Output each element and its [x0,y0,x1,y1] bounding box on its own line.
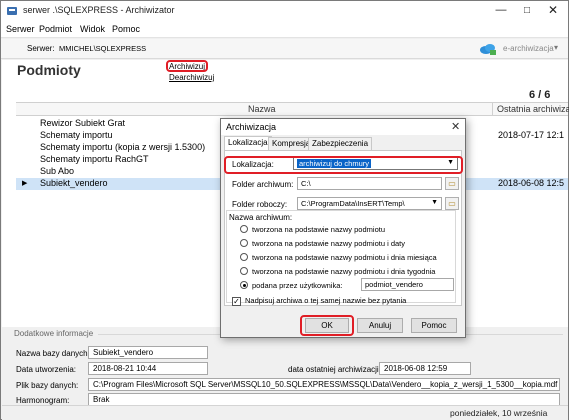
option-label: tworzona na podstawie nazwy podmiotu i d… [252,253,437,262]
option-label: tworzona na podstawie nazwy podmiotu i d… [252,267,436,276]
row-name: Sub Abo [40,166,75,176]
overwrite-checkbox-row[interactable]: ✓ Nadpisuj archiwa o tej samej nazwie bez… [232,296,406,306]
chevron-down-icon: ▼ [431,199,438,206]
e-archive-button[interactable]: e-archiwizacja [503,44,554,53]
work-folder-select[interactable]: C:\ProgramData\InsERT\Temp\ ▼ [297,197,442,210]
column-last-archive[interactable]: Ostatnia archiwiza [497,104,569,114]
menu-podmiot[interactable]: Podmiot [39,24,72,34]
option-label: tworzona na podstawie nazwy podmiotu i d… [252,239,406,248]
db-file-field[interactable]: C:\Program Files\Microsoft SQL Server\MS… [88,378,560,391]
db-name-field[interactable]: Subiekt_vendero [88,346,208,359]
created-label: Data utworzenia: [16,365,77,374]
radio-icon [240,225,248,233]
close-icon[interactable]: ✕ [539,1,567,21]
toolbar: Serwer: MMICHEL\SQLEXPRESS e-archiwizacj… [1,39,568,59]
radio-icon [240,239,248,247]
server-label: Serwer: [27,44,55,53]
option-user-defined[interactable]: podana przez użytkownika: [240,281,342,292]
dialog-title-bar[interactable]: Archiwizacja ✕ [221,119,465,135]
row-name: Rewizor Subiekt Grat [40,118,126,128]
cloud-icon[interactable] [479,42,497,56]
row-name: Subiekt_vendero [40,178,108,188]
row-date: 2018-07-17 12:1 [498,130,565,140]
archive-folder-input[interactable]: C:\ [297,177,442,190]
created-field[interactable]: 2018-08-21 10:44 [88,362,208,375]
column-separator [492,103,493,116]
table-header: Nazwa Ostatnia archiwiza [16,103,569,116]
help-button[interactable]: Pomoc [411,318,457,333]
status-date: poniedziałek, 10 września 2018 [450,408,548,420]
db-name-label: Nazwa bazy danych: [16,349,90,358]
schedule-label: Harmonogram: [16,396,70,405]
column-name[interactable]: Nazwa [248,104,276,114]
maximize-icon[interactable]: □ [513,1,541,21]
tab-security[interactable]: Zabezpieczenia [308,137,373,150]
checkbox-checked-icon[interactable]: ✓ [232,297,241,306]
archive-link[interactable]: Archiwizuj [169,62,205,71]
option-entity-day-of-week[interactable]: tworzona na podstawie nazwy podmiotu i d… [240,267,435,278]
ok-button[interactable]: OK [305,318,349,333]
work-folder-value: C:\ProgramData\InsERT\Temp\ [301,199,405,208]
page-title: Podmioty [17,62,81,78]
folder-icon[interactable]: ▭ [445,197,459,210]
location-select[interactable]: archiwizuj do chmury ▼ [293,157,458,170]
dearchive-link[interactable]: Dearchiwizuj [169,73,214,82]
last-archive-field[interactable]: 2018-06-08 12:59 [379,362,471,375]
app-icon [7,7,17,15]
details-panel: Dodatkowe informacje Nazwa bazy danych: … [2,327,568,406]
row-name: Schematy importu [40,130,113,140]
row-date: 2018-06-08 12:5 [498,178,565,188]
overwrite-label: Nadpisuj archiwa o tej samej nazwie bez … [245,296,407,305]
radio-icon [240,267,248,275]
option-entity-day-of-month[interactable]: tworzona na podstawie nazwy podmiotu i d… [240,253,437,264]
menu-bar: Serwer Podmiot Widok Pomoc [1,21,568,38]
option-entity-date[interactable]: tworzona na podstawie nazwy podmiotu i d… [240,239,405,250]
status-bar: poniedziałek, 10 września 2018 [2,405,568,420]
tab-location[interactable]: Lokalizacja [224,136,272,151]
archive-folder-label: Folder archiwum: [232,180,294,189]
work-folder-label: Folder roboczy: [232,200,288,209]
server-name: MMICHEL\SQLEXPRESS [59,44,147,53]
menu-widok[interactable]: Widok [80,24,105,34]
window-title: serwer .\SQLEXPRESS - Archiwizator [23,5,175,15]
chevron-down-icon: ▼ [447,159,454,166]
user-archive-name-input[interactable]: podmiot_vendero [361,278,454,291]
option-label: podana przez użytkownika: [252,281,343,290]
option-entity-name[interactable]: tworzona na podstawie nazwy podmiotu [240,225,385,236]
row-name: Schematy importu RachGT [40,154,149,164]
title-bar[interactable]: serwer .\SQLEXPRESS - Archiwizator — □ ✕ [1,1,568,21]
menu-serwer[interactable]: Serwer [6,24,35,34]
location-label: Lokalizacja: [232,160,274,169]
cancel-button[interactable]: Anuluj [357,318,403,333]
row-name: Schematy importu (kopia z wersji 1.5300) [40,142,206,152]
row-pointer-icon: ▶ [22,180,28,187]
menu-pomoc[interactable]: Pomoc [112,24,140,34]
option-label: tworzona na podstawie nazwy podmiotu [252,225,385,234]
location-value: archiwizuj do chmury [297,159,372,168]
close-icon[interactable]: ✕ [451,120,460,133]
radio-selected-icon [240,281,248,289]
archive-dialog: Archiwizacja ✕ Lokalizacja Kompresja Zab… [220,118,466,338]
folder-icon[interactable]: ▭ [445,177,459,190]
chevron-down-icon[interactable]: ▾ [554,43,558,52]
archive-name-label: Nazwa archiwum: [229,213,293,222]
minimize-icon[interactable]: — [487,1,515,21]
details-title: Dodatkowe informacje [14,329,94,338]
entity-count: 6 / 6 [529,89,551,101]
db-file-label: Plik bazy danych: [16,381,79,390]
app-window: serwer .\SQLEXPRESS - Archiwizator — □ ✕… [0,0,569,420]
radio-icon [240,253,248,261]
dialog-title: Archiwizacja [226,122,277,132]
last-archive-label: data ostatniej archiwizacji: [288,365,381,374]
